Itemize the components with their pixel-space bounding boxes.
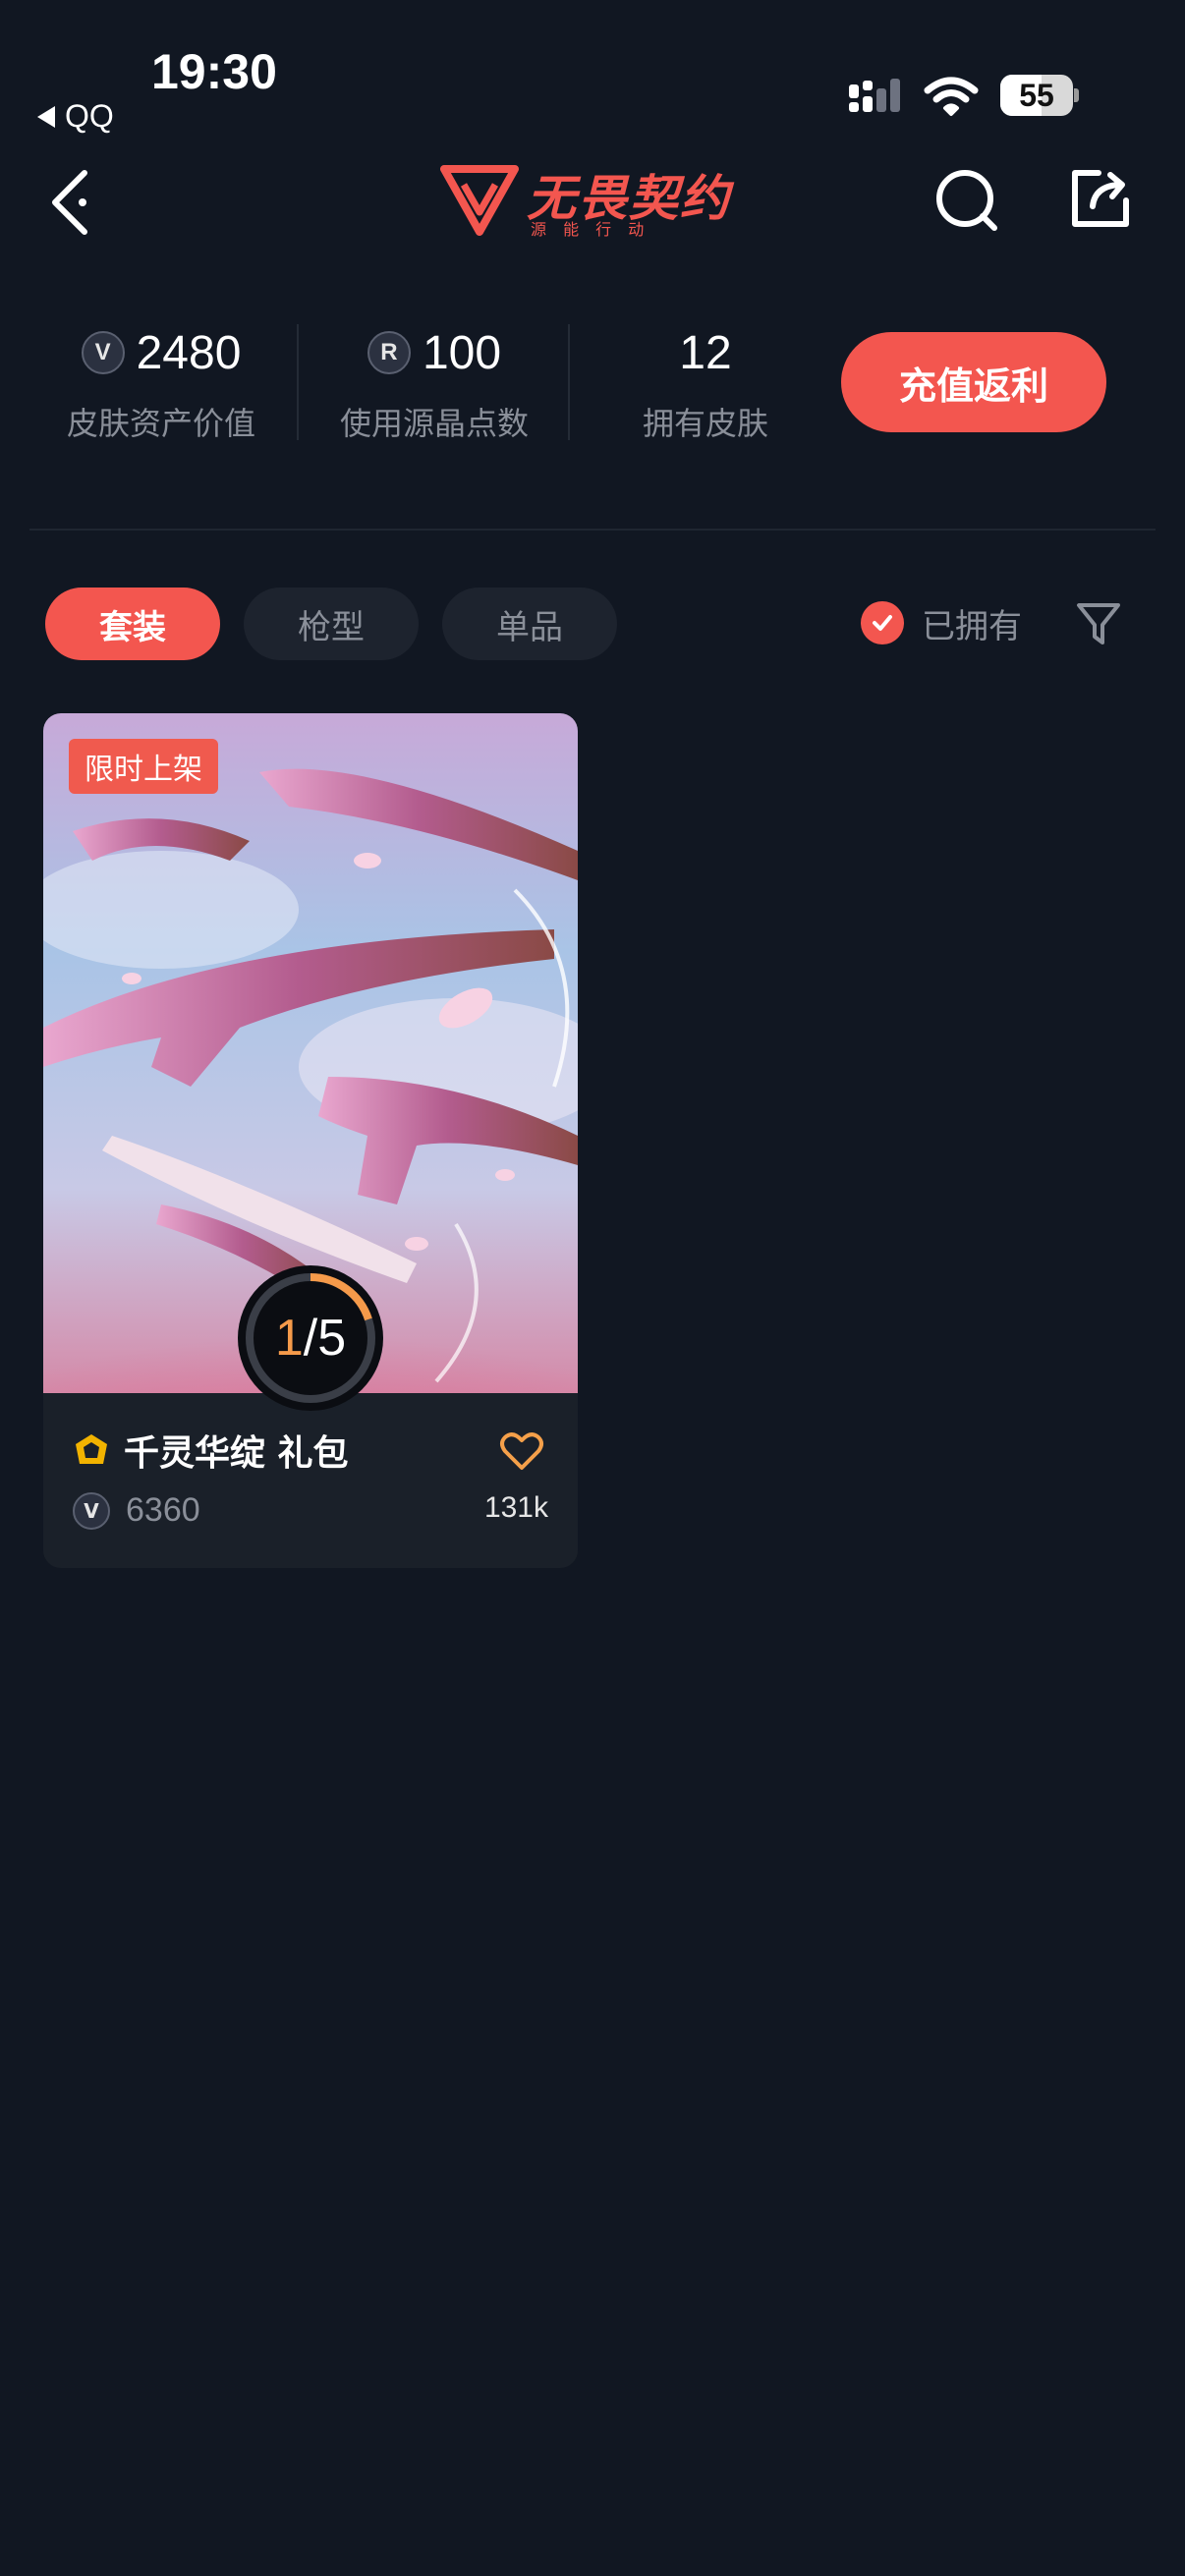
back-triangle-icon [37,105,55,128]
logo-emblem-icon [440,165,519,236]
progress-current: 1 [274,1310,304,1367]
stat-value: 100 [422,326,502,379]
stat-skin-asset-value: V 2480 皮肤资产价值 [43,320,279,444]
recharge-rebate-button[interactable]: 充值返利 [841,332,1106,432]
bundle-price: 6360 [126,1491,200,1529]
wifi-icon [924,77,979,116]
stat-divider [568,324,570,440]
checkbox-checked-icon[interactable] [861,601,904,644]
bundle-card[interactable]: 限时上架 1 / 5 千灵华绽 礼包 V 6360 131k [43,713,578,1568]
stat-divider [297,324,299,440]
share-icon[interactable] [1069,167,1132,230]
progress-total: 5 [317,1310,347,1367]
tab-weapon-types[interactable]: 枪型 [244,588,419,660]
battery-indicator: 55 [1000,75,1079,116]
logo-subtext: 源 能 行 动 [531,220,650,239]
divider [29,529,1156,531]
bundle-name: 千灵华绽 礼包 [124,1433,349,1474]
tab-bundles[interactable]: 套装 [45,588,220,660]
like-count: 131k [483,1491,548,1524]
owned-filter-label: 已拥有 [922,606,1022,646]
stat-value: 2480 [136,326,242,379]
tab-single-items[interactable]: 单品 [442,588,617,660]
stat-radianite-used: R 100 使用源晶点数 [316,320,552,444]
battery-level: 55 [1019,78,1054,113]
stat-label: 使用源晶点数 [339,405,529,442]
search-icon[interactable] [933,167,1000,234]
owned-filter-toggle[interactable]: 已拥有 [861,595,1022,650]
stat-label: 皮肤资产价值 [66,405,255,442]
game-logo: 无畏契约 源 能 行 动 [440,159,745,239]
cellular-signal-icon [849,79,900,112]
vp-coin-icon: V [73,1491,110,1530]
tier-gold-icon [76,1434,107,1464]
radianite-icon: R [367,331,411,374]
vp-coin-icon: V [81,331,125,374]
heart-icon[interactable] [499,1430,544,1472]
limited-time-badge: 限时上架 [69,739,218,794]
stat-label: 拥有皮肤 [642,405,768,442]
progress-slash: / [303,1310,318,1367]
stat-value: 12 [679,326,732,379]
filter-icon[interactable] [1075,599,1122,648]
back-arrow-icon[interactable] [45,167,96,238]
collection-progress-text: 1 / 5 [236,1263,385,1413]
back-to-app-link[interactable]: QQ [37,98,114,135]
stat-owned-skins: 12 拥有皮肤 [588,320,823,444]
back-app-label: QQ [65,98,114,134]
status-time: 19:30 [151,44,277,99]
